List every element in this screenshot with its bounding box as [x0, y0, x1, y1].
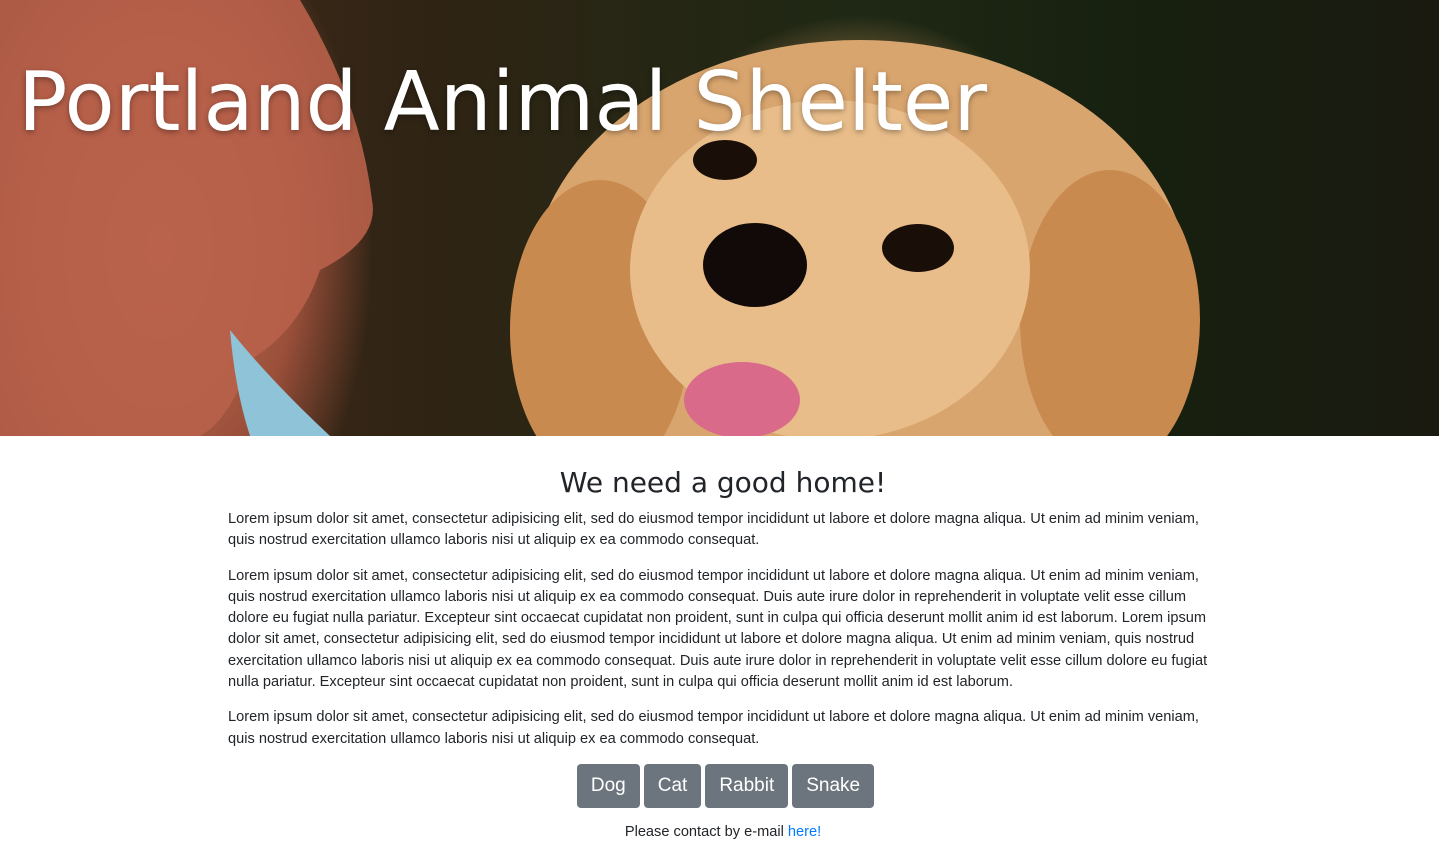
animal-buttons: Dog Cat Rabbit Snake — [233, 763, 1218, 808]
cat-button[interactable]: Cat — [643, 763, 702, 808]
dog-button[interactable]: Dog — [576, 763, 640, 808]
section-heading: We need a good home! — [559, 466, 887, 499]
rabbit-button[interactable]: Rabbit — [705, 763, 789, 808]
paragraph-2: Lorem ipsum dolor sit amet, consectetur … — [228, 567, 1208, 691]
paragraph-1: Lorem ipsum dolor sit amet, consectetur … — [228, 511, 1199, 549]
contact-line: Please contact by e-mail here! — [228, 824, 1218, 840]
contact-email-link[interactable]: here! — [788, 824, 821, 840]
hero-title: Portland Animal Shelter — [18, 55, 988, 150]
main-content: We need a good home! Lorem ipsum dolor s… — [228, 436, 1218, 840]
contact-text: Please contact by e-mail — [624, 823, 788, 840]
hero-banner: Portland Animal Shelter — [0, 0, 1439, 436]
paragraph-3: Lorem ipsum dolor sit amet, consectetur … — [228, 709, 1199, 747]
snake-button[interactable]: Snake — [792, 763, 875, 808]
